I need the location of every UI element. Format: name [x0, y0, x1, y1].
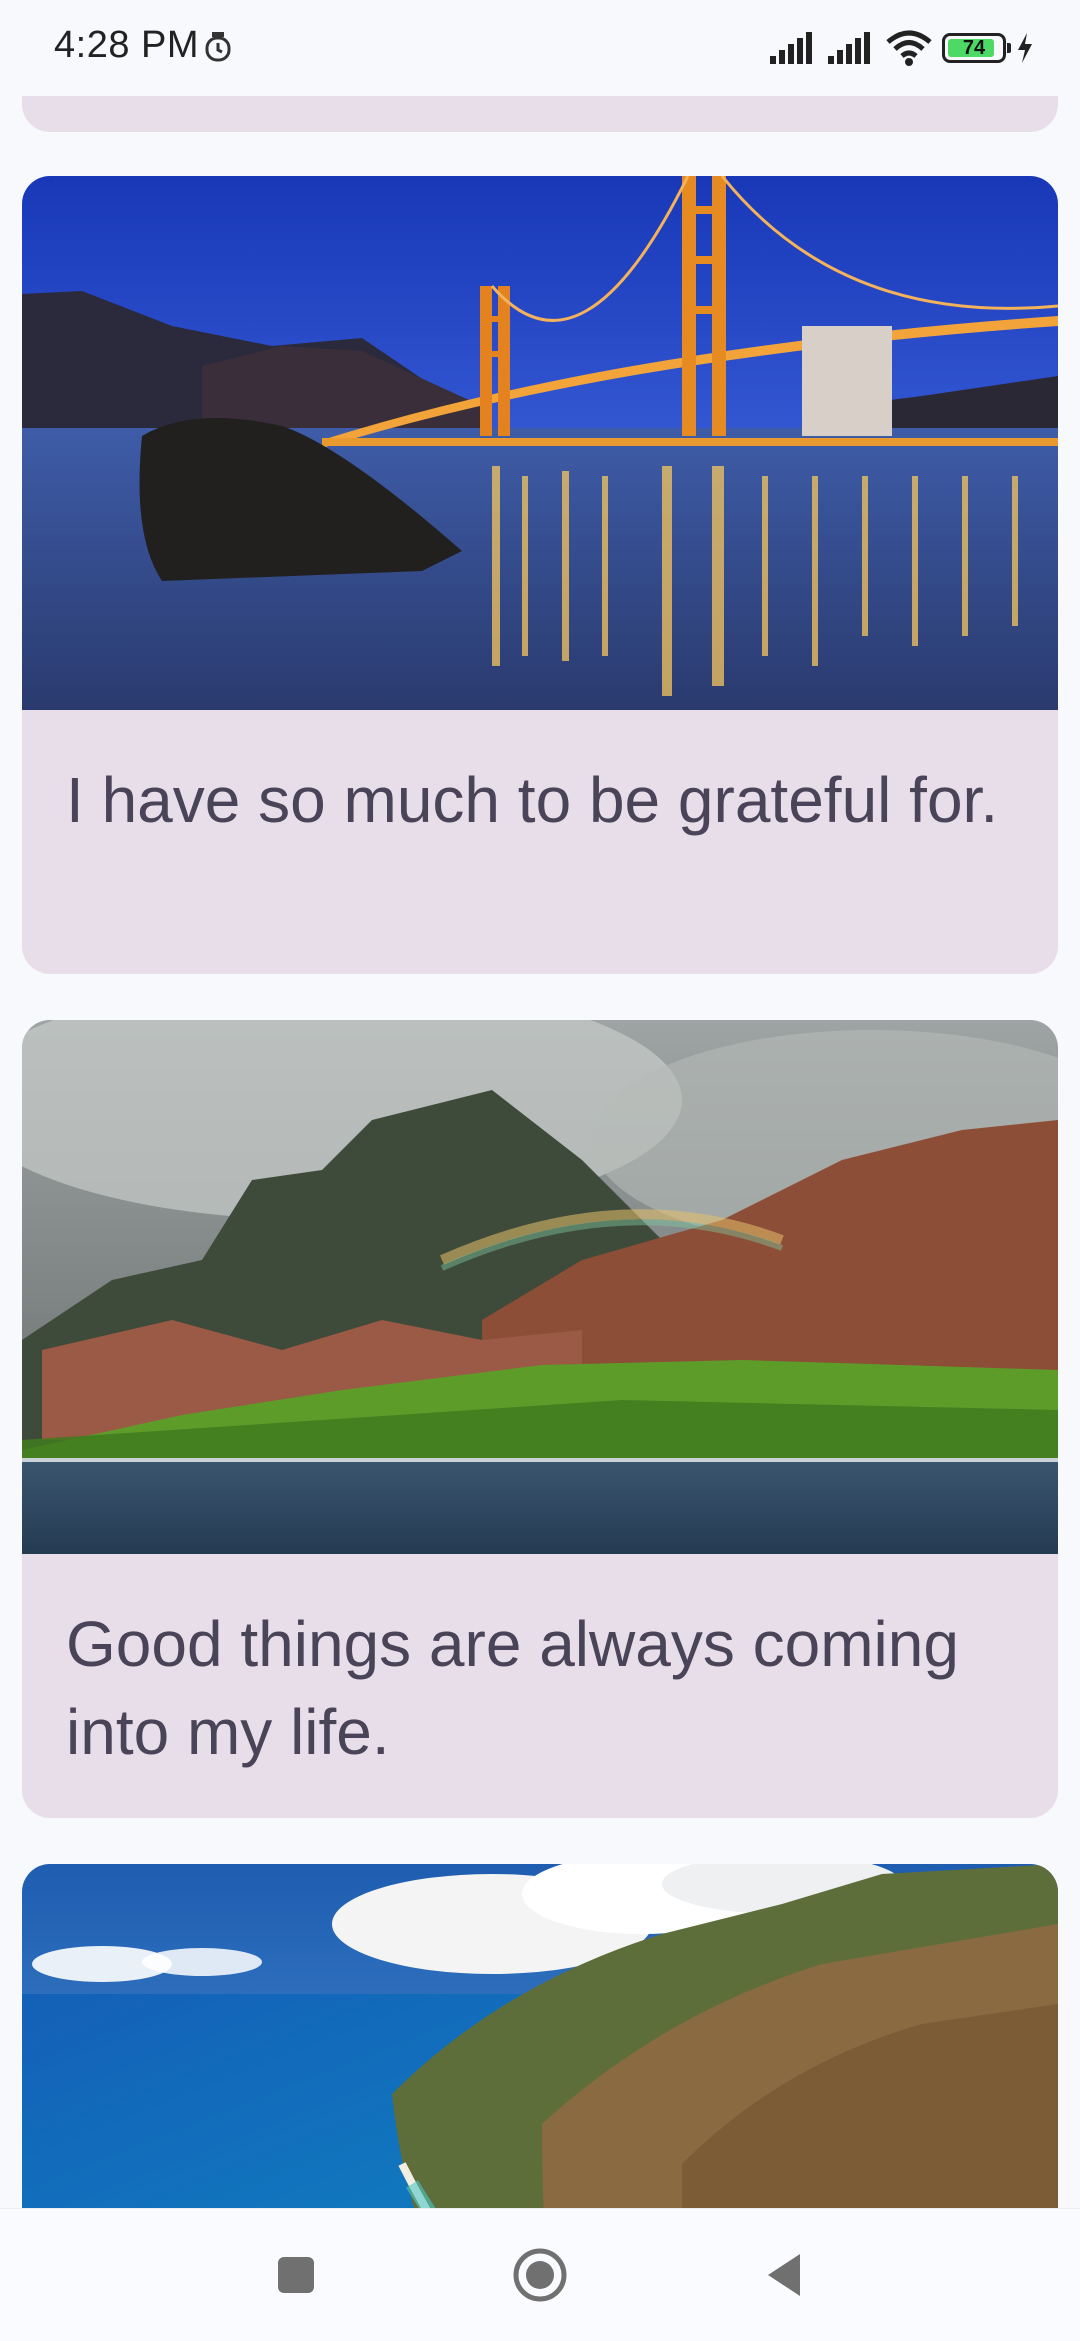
recent-apps-button[interactable]	[264, 2243, 328, 2307]
affirmation-text: I have so much to be grateful for.	[66, 764, 999, 836]
card-image	[22, 176, 1058, 710]
navigation-bar	[0, 2208, 1080, 2341]
charging-icon	[1018, 33, 1032, 63]
signal-icon	[828, 32, 870, 64]
status-bar: 4:28 PM 74	[0, 0, 1080, 96]
back-button[interactable]	[752, 2243, 816, 2307]
affirmation-card[interactable]: I have so much to be grateful for.	[22, 176, 1058, 974]
battery-icon: 74	[942, 33, 1011, 63]
home-icon	[513, 2248, 567, 2302]
signal-icon	[770, 32, 812, 64]
status-time: 4:28 PM	[54, 24, 200, 66]
alarm-icon	[205, 32, 231, 62]
affirmation-text: Good things are always coming into my li…	[66, 1608, 959, 1768]
battery-level: 74	[962, 36, 986, 59]
back-icon	[768, 2254, 800, 2296]
coastal-cliffs-image	[22, 1864, 1058, 2208]
wifi-icon	[886, 30, 932, 66]
status-icons: 74	[770, 26, 1034, 70]
golden-gate-image	[22, 176, 1058, 710]
affirmation-card[interactable]	[22, 1864, 1058, 2208]
card-image	[22, 1020, 1058, 1554]
card-image	[22, 1864, 1058, 2208]
recent-apps-icon	[278, 2257, 314, 2293]
affirmation-card[interactable]: Good things are always coming into my li…	[22, 1020, 1058, 1818]
affirmation-feed[interactable]: I have so much to be grateful for. Good …	[0, 0, 1080, 2208]
home-button[interactable]	[508, 2243, 572, 2307]
mountain-rainbow-image	[22, 1020, 1058, 1554]
